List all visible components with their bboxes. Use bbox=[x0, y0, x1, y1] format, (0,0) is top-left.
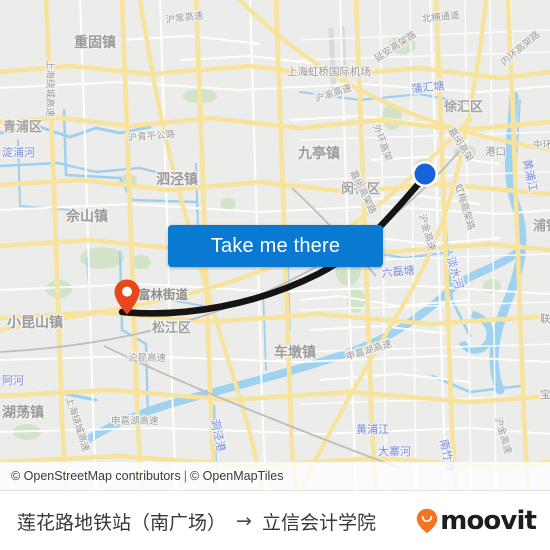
map-label: 浦锡 bbox=[533, 218, 550, 234]
map-label: 车墩镇 bbox=[274, 344, 316, 361]
arrow-right-icon: → bbox=[236, 510, 252, 532]
map-label: 重固镇 bbox=[74, 34, 116, 51]
destination-dot-marker[interactable] bbox=[408, 157, 442, 191]
route-summary: 莲花路地铁站（南广场） → 立信会计学院 bbox=[0, 508, 376, 535]
moovit-logo[interactable]: moovit bbox=[416, 506, 537, 536]
map-label: 淀浦河 bbox=[2, 145, 35, 159]
origin-pin-marker[interactable] bbox=[113, 278, 141, 316]
trip-footer: 莲花路地铁站（南广场） → 立信会计学院 moovit bbox=[0, 490, 550, 550]
map-label: 港口 bbox=[485, 146, 506, 158]
moovit-trip-screen: 沪常高速 北横通道 重固镇 上海虹桥国际机场 延安高架路 内环高架路 上海绕城高速 蒲汇塘 青浦… bbox=[0, 0, 550, 550]
map-label: 申嘉湖高速 bbox=[111, 415, 159, 427]
map-label: 九亭镇 bbox=[297, 145, 340, 162]
map-label: 泗泾镇 bbox=[156, 171, 198, 188]
map-label: 阿河 bbox=[2, 374, 24, 387]
attribution-separator: | bbox=[183, 469, 187, 483]
map-label: 黄浦江 bbox=[356, 422, 389, 436]
map-label: 佘山镇 bbox=[65, 208, 108, 225]
map-label: 小昆山镇 bbox=[7, 314, 63, 331]
map-label: 宝 bbox=[540, 388, 550, 401]
map-label: 徐汇区 bbox=[443, 99, 483, 115]
attribution-osm[interactable]: © OpenStreetMap contributors bbox=[0, 469, 181, 483]
origin-station-label[interactable]: 莲花路地铁站（南广场） bbox=[17, 508, 226, 535]
map-attribution: © OpenStreetMap contributors | © OpenMap… bbox=[0, 462, 550, 490]
destination-label[interactable]: 立信会计学院 bbox=[262, 508, 376, 535]
map-label: 富林街道 bbox=[138, 287, 189, 302]
moovit-wordmark: moovit bbox=[440, 506, 537, 536]
take-me-there-button[interactable]: Take me there bbox=[168, 225, 383, 267]
map-label: 大寨河 bbox=[378, 444, 411, 458]
map-label: 中环 bbox=[533, 139, 550, 151]
attribution-tiles[interactable]: © OpenMapTiles bbox=[190, 469, 284, 483]
map-label: 湖荡镇 bbox=[2, 404, 44, 421]
moovit-pin-icon bbox=[417, 508, 438, 534]
map-canvas[interactable]: 沪常高速 北横通道 重固镇 上海虹桥国际机场 延安高架路 内环高架路 上海绕城高速 蒲汇塘 青浦… bbox=[0, 0, 550, 490]
map-label: 上海虹桥国际机场 bbox=[287, 65, 371, 78]
map-label: 青浦区 bbox=[3, 119, 42, 135]
map-label: 沪昆高速 bbox=[128, 352, 167, 364]
map-label: 松江区 bbox=[152, 320, 191, 336]
map-label: 上海绕城高速 bbox=[44, 60, 56, 118]
map-label: 联 bbox=[540, 313, 550, 325]
